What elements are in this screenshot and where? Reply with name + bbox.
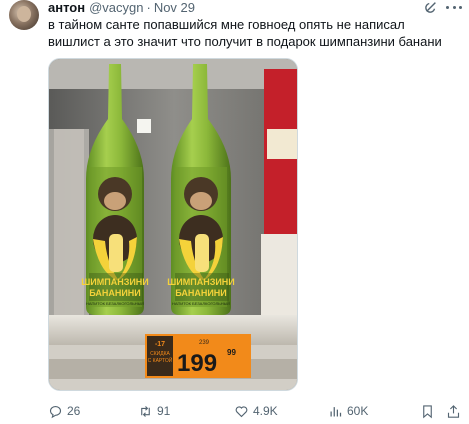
repost-button[interactable]: 91 xyxy=(138,402,170,420)
svg-text:199: 199 xyxy=(177,350,217,377)
share-button[interactable] xyxy=(446,402,465,420)
svg-text:ШИМПАНЗИНИ: ШИМПАНЗИНИ xyxy=(81,277,149,287)
author-name[interactable]: антон xyxy=(48,0,85,15)
tweet-text: в тайном санте попавшийся мне говноед оп… xyxy=(48,17,442,49)
svg-text:НАПИТОК БЕЗАЛКОГОЛЬНЫЙ: НАПИТОК БЕЗАЛКОГОЛЬНЫЙ xyxy=(172,301,230,306)
heart-icon xyxy=(235,405,248,417)
like-count: 4.9K xyxy=(253,404,278,418)
bookmark-icon xyxy=(423,404,432,418)
tweet-date[interactable]: Nov 29 xyxy=(154,0,195,15)
photo-content: ШИМПАНЗИНИ БАНАНИНИ НАПИТОК БЕЗАЛКОГОЛЬН… xyxy=(49,59,297,390)
svg-text:239: 239 xyxy=(199,340,210,346)
repost-icon xyxy=(141,405,150,417)
separator-dot: · xyxy=(146,0,151,15)
price-tag: -17 СКИДКА С КАРТОЙ 239 199 99 xyxy=(145,334,251,378)
svg-text:99: 99 xyxy=(227,348,236,357)
svg-text:-17: -17 xyxy=(155,341,165,348)
svg-text:НАПИТОК БЕЗАЛКОГОЛЬНЫЙ: НАПИТОК БЕЗАЛКОГОЛЬНЫЙ xyxy=(86,301,144,306)
author-handle[interactable]: @vacygn xyxy=(89,0,143,15)
share-icon xyxy=(447,404,460,418)
more-options-icon[interactable] xyxy=(446,2,462,12)
tweet[interactable]: антон @vacygn · Nov 29 в тайном санте по… xyxy=(0,0,469,424)
tweet-header: антон @vacygn · Nov 29 xyxy=(48,0,195,15)
svg-text:БАНАНИНИ: БАНАНИНИ xyxy=(175,288,227,298)
action-bar: 26 91 4.9K 60K xyxy=(48,402,463,420)
views-button[interactable]: 60K xyxy=(328,402,368,420)
svg-text:СКИДКА: СКИДКА xyxy=(150,351,170,357)
svg-text:С КАРТОЙ: С КАРТОЙ xyxy=(148,356,173,364)
svg-text:ШИМПАНЗИНИ: ШИМПАНЗИНИ xyxy=(167,277,235,287)
svg-text:БАНАНИНИ: БАНАНИНИ xyxy=(89,288,141,298)
grok-icon[interactable] xyxy=(424,0,438,14)
reply-count: 26 xyxy=(67,404,81,418)
tweet-photo[interactable]: ШИМПАНЗИНИ БАНАНИНИ НАПИТОК БЕЗАЛКОГОЛЬН… xyxy=(48,58,298,391)
reply-button[interactable]: 26 xyxy=(48,402,80,420)
like-button[interactable]: 4.9K xyxy=(234,402,278,420)
views-count: 60K xyxy=(347,404,369,418)
bookmark-button[interactable] xyxy=(420,402,439,420)
views-icon xyxy=(330,406,342,416)
avatar[interactable] xyxy=(9,0,39,30)
reply-icon xyxy=(49,405,62,418)
repost-count: 91 xyxy=(157,404,171,418)
